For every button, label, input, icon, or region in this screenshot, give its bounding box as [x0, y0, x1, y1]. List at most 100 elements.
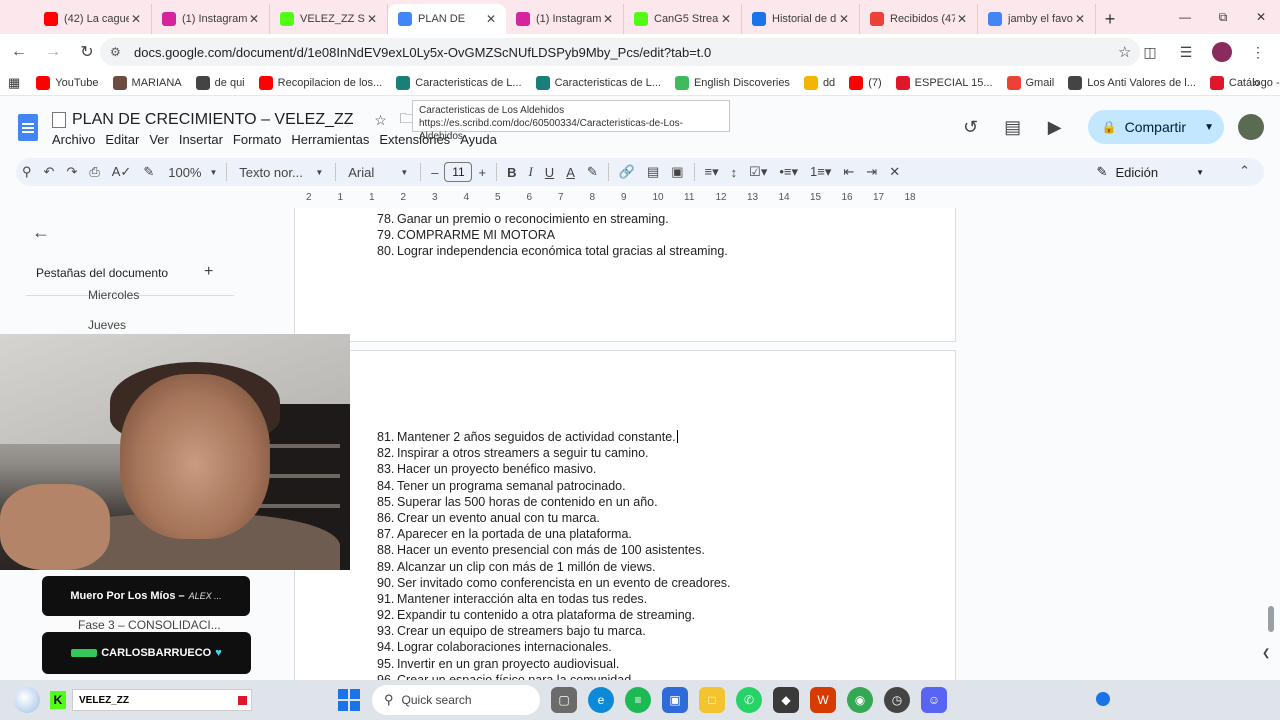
list-item[interactable]: 92. Expandir tu contenido a otra platafor…	[377, 607, 731, 623]
address-bar[interactable]: ⚙ docs.google.com/document/d/1e08InNdEV9…	[100, 38, 1140, 66]
bookmark-item[interactable]: YouTube	[36, 75, 99, 90]
back-button[interactable]: ←	[4, 37, 34, 67]
forward-button[interactable]: →	[38, 37, 68, 67]
list-item[interactable]: 80. Lograr independencia económica total …	[377, 243, 728, 259]
apps-icon[interactable]: ▦	[8, 75, 20, 91]
docs-logo-icon[interactable]	[18, 114, 38, 141]
stream-preview[interactable]: VELEZ_ZZ	[72, 689, 252, 711]
align-icon[interactable]: ≡▾	[699, 158, 725, 186]
zoom-select[interactable]: 100% ▼	[160, 158, 222, 186]
image-icon[interactable]: ▣	[665, 158, 689, 186]
minimize-button[interactable]: —	[1166, 0, 1204, 34]
chevron-left-icon[interactable]: ❮	[1262, 648, 1278, 672]
print-icon[interactable]: ⎙	[83, 158, 105, 186]
comment-icon[interactable]: ▤	[641, 158, 665, 186]
list-item[interactable]: 86. Crear un evento anual con tu marca.	[377, 510, 731, 526]
numbered-list-icon[interactable]: 1≡▾	[804, 158, 837, 186]
list-item[interactable]: 79. COMPRARME MI MOTORA	[377, 227, 728, 243]
list-item[interactable]: 91. Mantener interacción alta en todas tu…	[377, 591, 731, 607]
clock-app-icon[interactable]: ◷	[884, 687, 910, 713]
browser-tab[interactable]: Recibidos (47 ✕	[860, 4, 978, 34]
bookmark-item[interactable]: Catálogo - Roblox	[1209, 75, 1280, 90]
editing-mode-select[interactable]: ✎ Edición ▼	[1097, 158, 1204, 186]
site-info-icon[interactable]: ⚙	[110, 45, 126, 59]
discord-icon[interactable]: ☺	[921, 687, 947, 713]
whatsapp-icon[interactable]: ✆	[736, 687, 762, 713]
share-button[interactable]: 🔒 Compartir ▼	[1087, 110, 1224, 144]
list-item[interactable]: 83. Hacer un proyecto benéfico masivo.	[377, 461, 731, 477]
sidebar-item-fase-3[interactable]: Fase 3 – CONSOLIDACI...	[78, 618, 221, 632]
close-tab-icon[interactable]: ✕	[247, 12, 261, 26]
menu-item[interactable]: Ver	[149, 132, 169, 147]
collapse-toolbar-icon[interactable]: ⌃	[1239, 163, 1250, 179]
clear-formatting-icon[interactable]: ✕	[883, 158, 906, 186]
list-item[interactable]: 95. Invertir en un gran proyecto audiovis…	[377, 656, 731, 672]
search-box[interactable]: ⚲ Quick search	[372, 685, 540, 715]
bookmark-item[interactable]: Gmail	[1006, 75, 1054, 90]
file-explorer-icon[interactable]: ▢	[551, 687, 577, 713]
close-tab-icon[interactable]: ✕	[1073, 12, 1087, 26]
increase-indent-icon[interactable]: ⇥	[860, 158, 883, 186]
list-item[interactable]: 96. Crear un espacio físico para la comun…	[377, 672, 731, 680]
spotify-icon[interactable]: ≡	[625, 687, 651, 713]
user-avatar[interactable]	[1238, 114, 1264, 140]
line-spacing-icon[interactable]: ↕	[725, 158, 744, 186]
reload-button[interactable]: ↻	[72, 37, 102, 67]
browser-tab[interactable]: VELEZ_ZZ Str ✕	[270, 4, 388, 34]
meet-icon[interactable]: ▶	[1034, 111, 1076, 143]
paint-format-icon[interactable]: ✎	[137, 158, 160, 186]
font-select[interactable]: Arial ▼	[340, 158, 416, 186]
search-menus-icon[interactable]: ⚲	[16, 158, 38, 186]
list-item[interactable]: 84. Tener un programa semanal patrocinado…	[377, 478, 731, 494]
bookmark-item[interactable]: English Discoveries	[674, 75, 790, 90]
sidebar-item-jueves[interactable]: Jueves	[88, 318, 126, 332]
menu-item[interactable]: Editar	[105, 132, 139, 147]
kick-icon[interactable]: K	[50, 691, 66, 709]
menu-item[interactable]: Archivo	[52, 132, 95, 147]
list-item[interactable]: 85. Superar las 500 horas de contenido en…	[377, 494, 731, 510]
spellcheck-icon[interactable]: A✓	[106, 158, 138, 186]
text-color-icon[interactable]: A	[560, 158, 581, 186]
media-icon[interactable]: ☰	[1168, 37, 1204, 67]
edge-icon[interactable]: e	[588, 687, 614, 713]
close-tab-icon[interactable]: ✕	[365, 12, 379, 26]
bookmark-item[interactable]: ESPECIAL 15...	[895, 75, 993, 90]
extensions-icon[interactable]: ◫	[1132, 37, 1168, 67]
app-icon[interactable]: ◆	[773, 687, 799, 713]
browser-tab[interactable]: (1) Instagram ✕	[152, 4, 270, 34]
list-item[interactable]: 93. Crear un equipo de streamers bajo tu …	[377, 623, 731, 639]
bold-icon[interactable]: B	[501, 158, 522, 186]
close-tab-icon[interactable]: ✕	[601, 12, 615, 26]
redo-icon[interactable]: ↷	[60, 158, 83, 186]
browser-tab[interactable]: (1) Instagram ✕	[506, 4, 624, 34]
increase-font-icon[interactable]: +	[472, 158, 492, 186]
document-page[interactable]: 81. Mantener 2 años seguidos de actividad…	[294, 350, 956, 680]
document-title[interactable]: PLAN DE CRECIMIENTO – VELEZ_ZZ	[72, 111, 354, 129]
decrease-font-icon[interactable]: –	[425, 158, 444, 186]
font-size-input[interactable]: 11	[444, 162, 473, 182]
close-tab-icon[interactable]: ✕	[955, 12, 969, 26]
bookmark-item[interactable]: dd	[803, 75, 835, 90]
bookmark-item[interactable]: Caracteristicas de L...	[396, 75, 522, 90]
list-item[interactable]: 89. Alcanzar un clip con más de 1 millón …	[377, 559, 731, 575]
store-icon[interactable]: ▣	[662, 687, 688, 713]
back-arrow-icon[interactable]: ←	[32, 222, 50, 243]
folder-icon[interactable]: □	[699, 687, 725, 713]
document-page[interactable]: 78. Ganar un premio o reconocimiento en s…	[294, 208, 956, 342]
profile-avatar[interactable]	[1204, 37, 1240, 67]
list-item[interactable]: 90. Ser invitado como conferencista en un…	[377, 575, 731, 591]
weather-icon[interactable]	[14, 687, 40, 713]
office-icon[interactable]: W	[810, 687, 836, 713]
list-item[interactable]: 81. Mantener 2 años seguidos de actividad…	[377, 429, 731, 445]
vertical-scrollbar[interactable]	[1268, 606, 1274, 632]
checklist-icon[interactable]: ☑▾	[743, 158, 773, 186]
bookmark-item[interactable]: MARIANA	[112, 75, 182, 90]
browser-tab[interactable]: jamby el favo ✕	[978, 4, 1096, 34]
close-tab-icon[interactable]: ✕	[719, 12, 733, 26]
comments-icon[interactable]: ▤	[992, 111, 1034, 143]
bulleted-list-icon[interactable]: •≡▾	[773, 158, 804, 186]
add-tab-icon[interactable]: +	[204, 263, 213, 281]
browser-tab[interactable]: Historial de d ✕	[742, 4, 860, 34]
link-icon[interactable]: 🔗	[613, 158, 641, 186]
list-item[interactable]: 87. Aparecer en la portada de una platafo…	[377, 526, 731, 542]
